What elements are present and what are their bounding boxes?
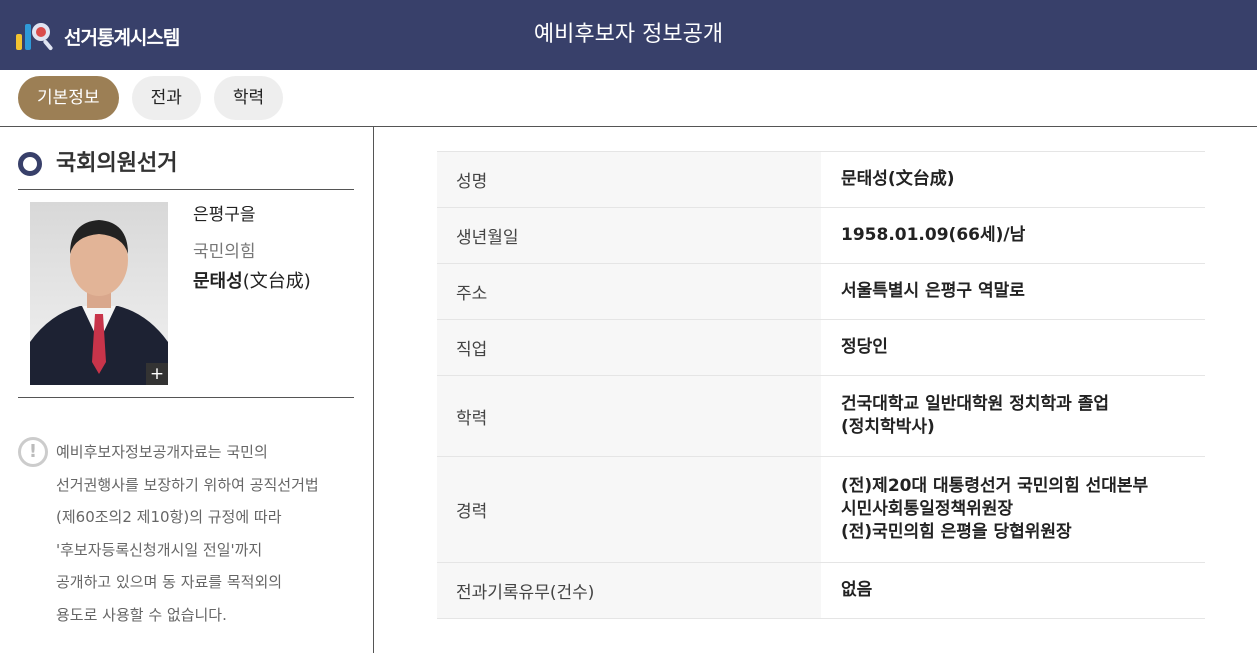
tab-criminal-record[interactable]: 전과 — [131, 76, 201, 120]
table-row: 생년월일 1958.01.09(66세)/남 — [437, 207, 1205, 264]
candidate-party: 국민의힘 — [193, 242, 256, 262]
row-value-name: 문태성(文台成) — [821, 151, 1205, 208]
notice-text: 예비후보자정보공개자료는 국민의 선거권행사를 보장하기 위하여 공직선거법 (… — [56, 437, 366, 632]
candidate-portrait — [30, 220, 168, 385]
value-line: 정당인 — [841, 337, 888, 357]
row-label-education: 학력 — [437, 375, 821, 457]
page-title: 예비후보자 정보공개 — [533, 22, 724, 47]
tabs-divider — [0, 126, 1257, 127]
candidate-photo: + — [30, 202, 168, 385]
election-heading: 국회의원선거 — [18, 148, 354, 190]
candidate-name: 문태성(文台成) — [193, 267, 311, 293]
candidate-name-korean: 문태성 — [193, 271, 243, 292]
value-line: 시민사회통일정책위원장 — [841, 499, 1014, 519]
row-value-job: 정당인 — [821, 319, 1205, 376]
row-label-career: 경력 — [437, 456, 821, 563]
value-line: 문태성(文台成) — [841, 169, 955, 189]
column-divider — [373, 127, 374, 653]
value-line: 1958.01.09(66세)/남 — [841, 225, 1026, 245]
notice-line: (제60조의2 제10항)의 규정에 따라 — [56, 508, 282, 526]
table-row: 주소 서울특별시 은평구 역말로 — [437, 263, 1205, 320]
value-line: 서울특별시 은평구 역말로 — [841, 281, 1025, 301]
table-row: 전과기록유무(건수) 없음 — [437, 562, 1205, 619]
row-value-career: (전)제20대 대통령선거 국민의힘 선대본부 시민사회통일정책위원장 (전)국… — [821, 456, 1205, 563]
candidate-info-table: 성명 문태성(文台成) 생년월일 1958.01.09(66세)/남 주소 서울… — [437, 151, 1205, 619]
value-line: (전)국민의힘 은평을 당협위원장 — [841, 522, 1072, 542]
value-line: 없음 — [841, 580, 873, 600]
tab-basic-info[interactable]: 기본정보 — [18, 76, 119, 120]
candidate-divider — [18, 397, 354, 398]
row-label-name: 성명 — [437, 151, 821, 208]
row-label-address: 주소 — [437, 263, 821, 320]
value-line: (전)제20대 대통령선거 국민의힘 선대본부 — [841, 476, 1149, 496]
notice-line: 선거권행사를 보장하기 위하여 공직선거법 — [56, 475, 319, 494]
notice-line: 예비후보자정보공개자료는 국민의 — [56, 443, 268, 461]
row-value-address: 서울특별시 은평구 역말로 — [821, 263, 1205, 320]
value-line: (정치학박사) — [841, 417, 935, 437]
tab-bar: 기본정보 전과 학력 — [18, 76, 284, 120]
election-title: 국회의원선거 — [56, 151, 178, 176]
row-label-criminal: 전과기록유무(건수) — [437, 562, 821, 619]
plus-icon[interactable]: + — [146, 363, 168, 385]
notice-line: '후보자등록신청개시일 전일'까지 — [56, 540, 263, 559]
candidate-region: 은평구을 — [193, 205, 256, 225]
row-value-education: 건국대학교 일반대학원 정치학과 졸업 (정치학박사) — [821, 375, 1205, 457]
circle-icon — [18, 152, 42, 176]
notice-line: 용도로 사용할 수 없습니다. — [56, 605, 227, 624]
table-row: 경력 (전)제20대 대통령선거 국민의힘 선대본부 시민사회통일정책위원장 (… — [437, 456, 1205, 563]
table-row: 성명 문태성(文台成) — [437, 151, 1205, 208]
table-row: 직업 정당인 — [437, 319, 1205, 376]
header: 선거통계시스템 예비후보자 정보공개 — [0, 0, 1257, 70]
notice-line: 공개하고 있으며 동 자료를 목적외의 — [56, 573, 283, 591]
exclamation-icon: ! — [18, 437, 48, 467]
candidate-name-hanja: (文台成) — [242, 271, 311, 292]
row-value-criminal: 없음 — [821, 562, 1205, 619]
row-label-birth: 생년월일 — [437, 207, 821, 264]
row-value-birth: 1958.01.09(66세)/남 — [821, 207, 1205, 264]
row-label-job: 직업 — [437, 319, 821, 376]
table-row: 학력 건국대학교 일반대학원 정치학과 졸업 (정치학박사) — [437, 375, 1205, 457]
value-line: 건국대학교 일반대학원 정치학과 졸업 — [841, 394, 1109, 414]
tab-education[interactable]: 학력 — [213, 76, 284, 120]
